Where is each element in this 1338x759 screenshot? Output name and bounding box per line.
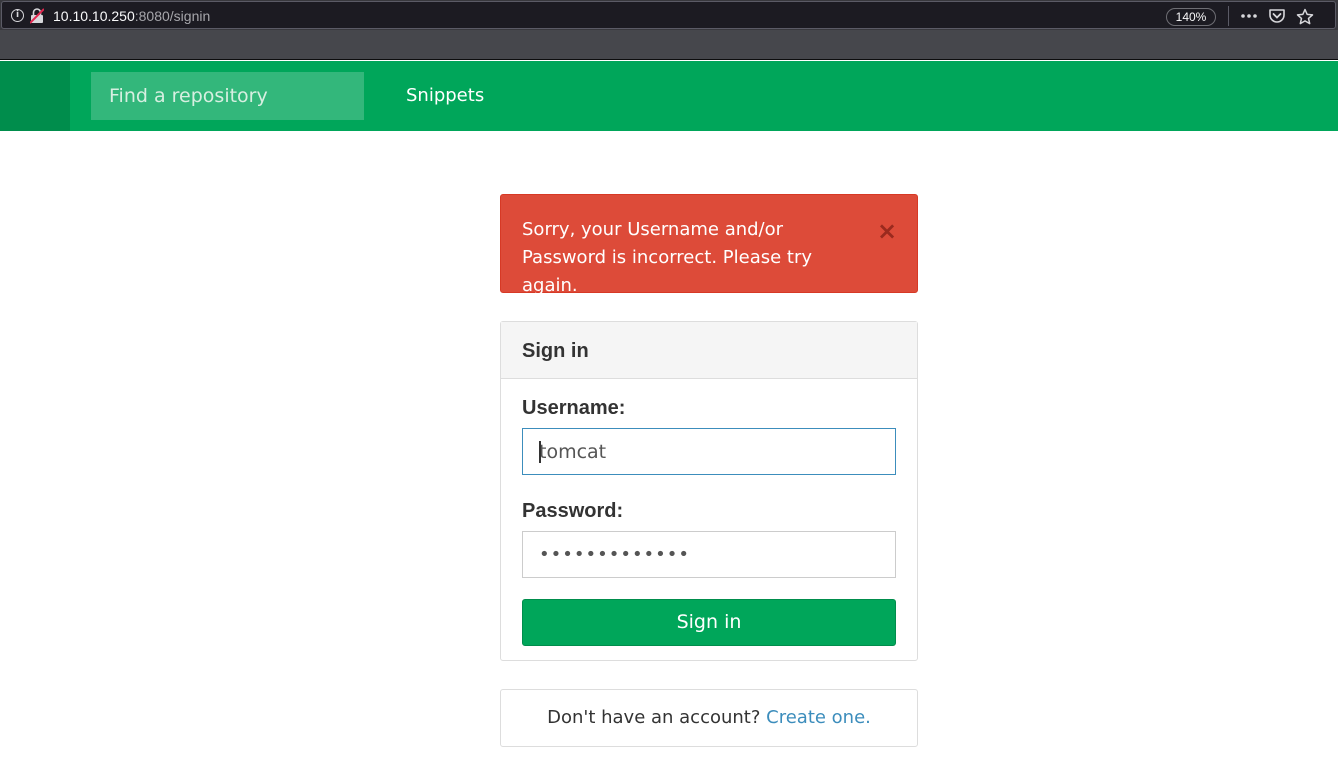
- panel-heading: Sign in: [501, 322, 917, 379]
- zoom-level-badge[interactable]: 140%: [1166, 8, 1216, 26]
- url-text[interactable]: 10.10.10.250:8080/signin: [53, 8, 210, 24]
- info-icon[interactable]: i: [11, 9, 24, 22]
- signin-button[interactable]: Sign in: [522, 599, 896, 646]
- urlbar-separator: [1228, 6, 1229, 26]
- nav-link-snippets[interactable]: Snippets: [406, 85, 484, 107]
- text-caret: [539, 441, 541, 463]
- browser-urlbar: i 10.10.10.250:8080/signin 140%: [0, 0, 1338, 30]
- pocket-icon[interactable]: [1268, 8, 1286, 24]
- more-icon[interactable]: [1240, 8, 1258, 24]
- signup-box: Don't have an account? Create one.: [500, 689, 918, 747]
- error-alert: Sorry, your Username and/or Password is …: [500, 194, 918, 296]
- signin-panel: Sign in Username: Password: Sign in: [500, 321, 918, 661]
- browser-toolbar-strip: [0, 30, 1338, 60]
- brand-logo[interactable]: [0, 61, 70, 131]
- repository-search-input[interactable]: [91, 72, 364, 120]
- url-host: 10.10.10.250: [53, 8, 135, 24]
- signup-prompt: Don't have an account?: [547, 707, 767, 728]
- url-path: :8080/signin: [134, 8, 211, 24]
- close-icon[interactable]: ×: [875, 219, 899, 243]
- create-account-link[interactable]: Create one.: [766, 707, 871, 728]
- username-input[interactable]: [522, 428, 896, 475]
- address-field[interactable]: i 10.10.10.250:8080/signin 140%: [1, 1, 1336, 29]
- alert-message: Sorry, your Username and/or Password is …: [522, 219, 813, 296]
- insecure-lock-icon[interactable]: [30, 8, 44, 24]
- username-label: Username:: [522, 397, 626, 419]
- panel-title: Sign in: [522, 340, 589, 362]
- site-navbar: Snippets: [0, 61, 1338, 131]
- password-input[interactable]: [522, 531, 896, 578]
- bookmark-star-icon[interactable]: [1296, 8, 1314, 26]
- password-label: Password:: [522, 500, 624, 522]
